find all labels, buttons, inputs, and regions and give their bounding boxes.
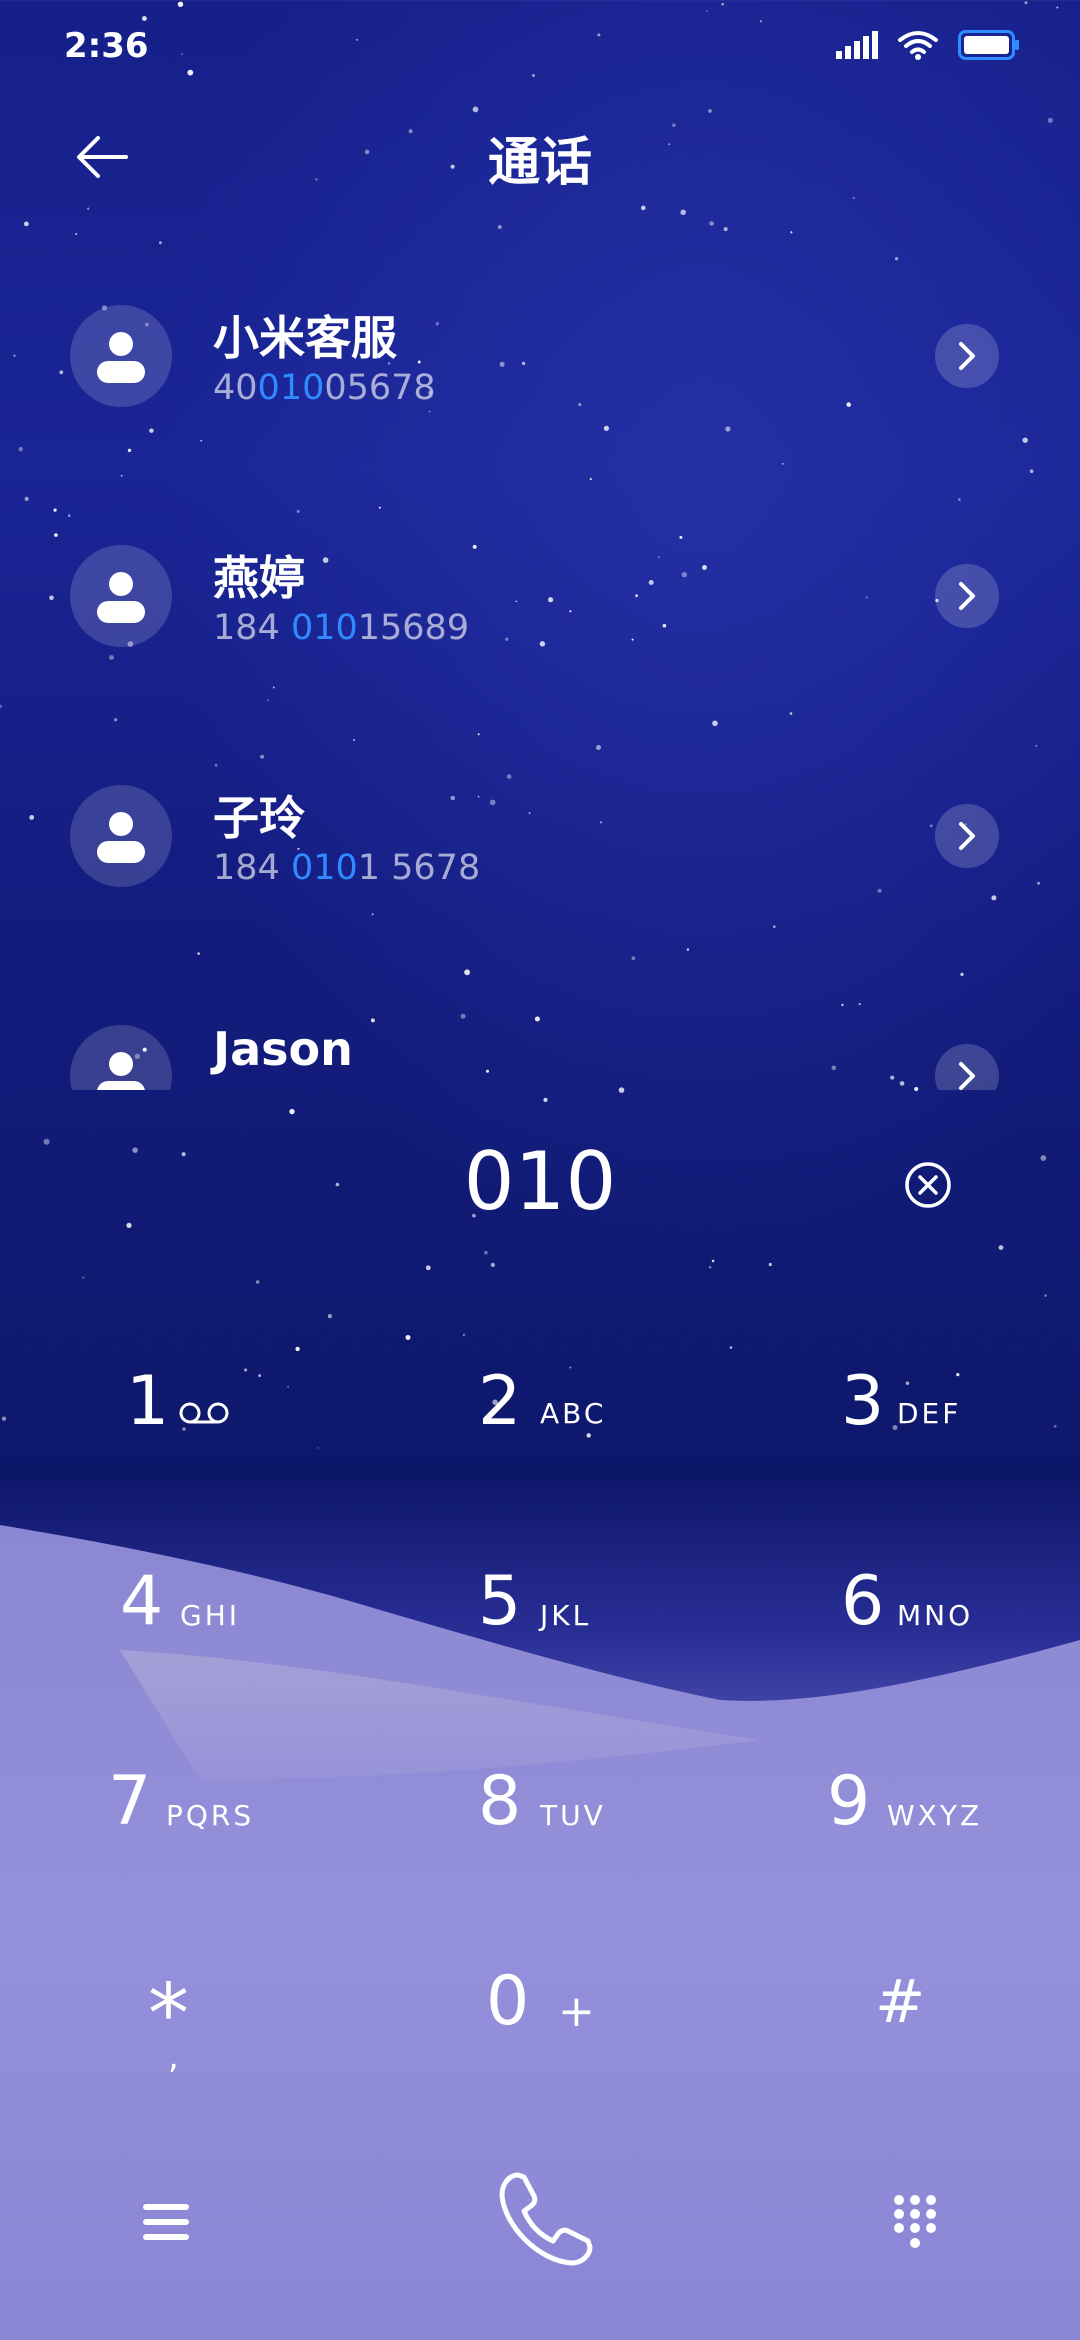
dialpad-toggle-button[interactable]: [855, 2160, 975, 2280]
number-part: 40: [213, 368, 258, 408]
chevron-right-icon: [959, 582, 975, 610]
wifi-icon: [898, 31, 938, 60]
battery-icon: [958, 30, 1019, 60]
contact-number: 184 01015689: [213, 608, 469, 648]
key-3[interactable]: 3 DEF: [815, 1360, 1080, 1490]
clear-button[interactable]: [903, 1160, 953, 1210]
call-button[interactable]: [480, 2155, 610, 2285]
key-2[interactable]: 2 ABC: [450, 1360, 750, 1490]
contact-number: 184 0101 5678: [213, 848, 480, 888]
person-icon: [97, 332, 145, 383]
contact-detail-button[interactable]: [935, 804, 999, 868]
contact-name: 子玲: [213, 791, 305, 845]
avatar: [70, 785, 172, 887]
contact-name: 燕婷: [213, 551, 305, 605]
contact-item[interactable]: 燕婷 184 01015689: [0, 530, 1080, 730]
contact-name: 小米客服: [213, 311, 397, 365]
key-hash[interactable]: #: [815, 1960, 1080, 2090]
number-part: 15689: [357, 608, 470, 648]
contact-item[interactable]: Jason: [0, 1010, 1080, 1090]
contact-detail-button[interactable]: [935, 564, 999, 628]
chevron-right-icon: [959, 822, 975, 850]
person-icon: [97, 572, 145, 623]
avatar: [70, 545, 172, 647]
number-part: 184: [213, 848, 291, 888]
contact-list[interactable]: 小米客服 4001005678 燕婷 184 01015689 子玲 184 0…: [0, 290, 1080, 1090]
page-title: 通话: [487, 133, 592, 193]
key-7[interactable]: 7 PQRS: [100, 1760, 400, 1890]
contact-name: Jason: [213, 1022, 353, 1076]
key-5[interactable]: 5 JKL: [450, 1560, 750, 1690]
phone-icon: [499, 2172, 593, 2266]
number-part: 05678: [324, 368, 436, 408]
chevron-right-icon: [959, 342, 975, 370]
number-match: 010: [290, 848, 358, 888]
voicemail-icon: [179, 1402, 229, 1424]
key-4[interactable]: 4 GHI: [100, 1560, 400, 1690]
number-match: 010: [257, 368, 325, 408]
key-6[interactable]: 6 MNO: [815, 1560, 1080, 1690]
contact-number: 4001005678: [213, 368, 436, 408]
contact-item[interactable]: 子玲 184 0101 5678: [0, 770, 1080, 970]
key-0[interactable]: 0 +: [450, 1960, 750, 2090]
menu-button[interactable]: [105, 2160, 225, 2280]
dialpad-icon: [894, 2195, 936, 2248]
avatar: [70, 305, 172, 407]
contact-detail-button[interactable]: [935, 324, 999, 388]
key-star[interactable]: * ,: [100, 1960, 400, 2090]
menu-icon: [143, 2204, 189, 2240]
status-time: 2:36: [64, 26, 149, 66]
contact-item[interactable]: 小米客服 4001005678: [0, 290, 1080, 490]
key-1[interactable]: 1: [100, 1360, 400, 1490]
key-9[interactable]: 9 WXYZ: [815, 1760, 1080, 1890]
key-8[interactable]: 8 TUV: [450, 1760, 750, 1890]
signal-icon: [836, 31, 878, 59]
avatar: [70, 1025, 172, 1090]
contact-detail-button[interactable]: [935, 1044, 999, 1090]
person-icon: [97, 1052, 145, 1090]
number-part: 184: [213, 608, 291, 648]
number-part: 1 5678: [357, 848, 481, 888]
number-match: 010: [290, 608, 358, 648]
status-bar: 2:36: [0, 0, 1080, 90]
chevron-right-icon: [959, 1062, 975, 1090]
person-icon: [97, 812, 145, 863]
clear-circle-icon: [905, 1162, 951, 1208]
